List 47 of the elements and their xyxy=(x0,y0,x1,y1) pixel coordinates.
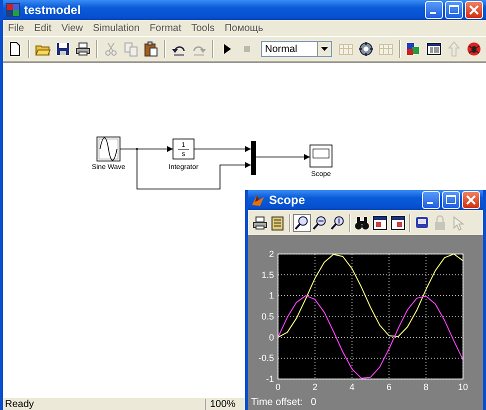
menu-item[interactable]: Помощь xyxy=(224,22,264,34)
window-icon[interactable] xyxy=(371,214,389,232)
y-tick-label: 0.5 xyxy=(261,312,274,322)
x-tick-label: 10 xyxy=(458,382,468,392)
x-tick-label: 4 xyxy=(350,382,354,392)
y-tick-label: 1 xyxy=(268,290,274,301)
maximize-button[interactable] xyxy=(445,1,463,19)
menu-item[interactable]: Format xyxy=(150,22,182,34)
close-button[interactable] xyxy=(462,191,480,209)
menu-item[interactable]: Tools xyxy=(191,22,215,34)
menu-item[interactable]: File xyxy=(8,22,24,34)
y-tick-label: 1.5 xyxy=(261,270,274,280)
gear-icon[interactable] xyxy=(356,39,376,59)
x-tick-label: 0 xyxy=(276,382,280,392)
y-tick-label: -1 xyxy=(266,374,274,384)
x-tick-label: 8 xyxy=(424,382,428,392)
maximize-button[interactable] xyxy=(442,191,460,209)
app-icon xyxy=(6,3,20,17)
x-tick-label: 6 xyxy=(386,382,392,392)
signal-line xyxy=(256,154,310,160)
time-offset-value: 0 xyxy=(310,397,316,408)
simulation-mode-dropdown[interactable]: Normal xyxy=(261,41,332,57)
window-icon[interactable] xyxy=(389,214,407,232)
close-button[interactable] xyxy=(465,1,483,19)
caret-icon xyxy=(321,47,328,51)
time-offset-label: Time offset: xyxy=(251,397,303,408)
integrator-block[interactable] xyxy=(172,138,194,160)
x-tick-label: 2 xyxy=(312,382,318,392)
window-title: testmodel xyxy=(24,3,82,17)
magnifier-icon[interactable] xyxy=(293,214,311,232)
y-tick-label: -0.5 xyxy=(258,353,274,364)
minimize-icon xyxy=(427,202,433,204)
menu-item[interactable]: View xyxy=(61,22,83,34)
menu-item[interactable]: Edit xyxy=(34,22,52,34)
zoom-level: 100% xyxy=(205,398,236,410)
app-icon xyxy=(251,193,265,207)
minimize-button[interactable] xyxy=(425,1,443,19)
y-tick-label: 0 xyxy=(268,332,274,342)
printer-icon[interactable] xyxy=(251,214,269,232)
scope-block[interactable] xyxy=(310,144,332,168)
menu-item[interactable]: Simulation xyxy=(92,22,140,34)
window-title: Scope xyxy=(269,193,306,207)
y-tick-label: 2 xyxy=(268,249,274,259)
sine-wave-block[interactable] xyxy=(96,136,120,162)
status-text: Ready xyxy=(4,398,35,410)
minimize-icon xyxy=(430,12,436,14)
minimize-button[interactable] xyxy=(422,191,440,209)
